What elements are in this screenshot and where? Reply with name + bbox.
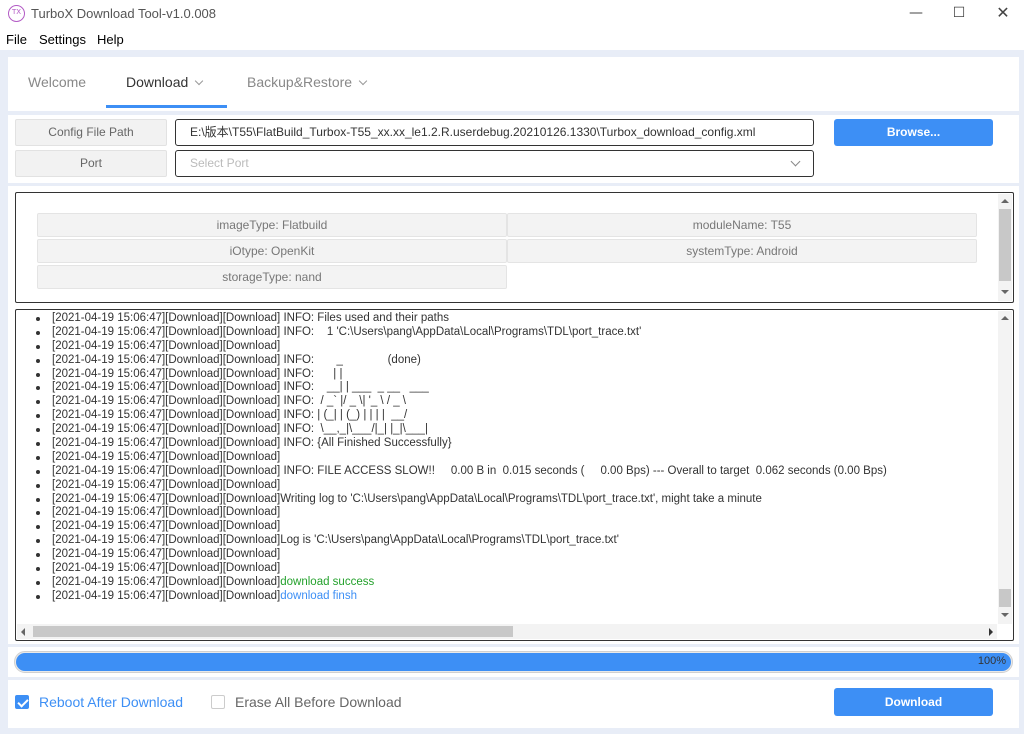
- log-horizontal-scroll-thumb[interactable]: [33, 626, 513, 637]
- turbox-icon: TX: [8, 5, 25, 22]
- log-line: [2021-04-19 15:06:47][Download][Download…: [16, 548, 996, 562]
- progress-fill: [16, 653, 1011, 671]
- log-line: [2021-04-19 15:06:47][Download][Download…: [16, 423, 996, 437]
- tab-download[interactable]: Download: [126, 57, 204, 111]
- device-info-box: imageType: Flatbuild moduleName: T55 iOt…: [15, 192, 1014, 303]
- system-type: systemType: Android: [507, 239, 977, 263]
- log-text: [2021-04-19 15:06:47][Download][Download…: [52, 381, 429, 394]
- menu-bar: File Settings Help: [0, 28, 1024, 50]
- info-scroll-thumb[interactable]: [999, 209, 1011, 281]
- log-text: [2021-04-19 15:06:47][Download][Download…: [52, 548, 281, 561]
- tab-welcome-label: Welcome: [28, 74, 87, 90]
- log-text: [2021-04-19 15:06:47][Download][Download…: [52, 562, 281, 575]
- log-text: [2021-04-19 15:06:47][Download][Download…: [52, 575, 281, 588]
- log-text: [2021-04-19 15:06:47][Download][Download…: [52, 367, 343, 380]
- log-text: [2021-04-19 15:06:47][Download][Download…: [52, 312, 449, 324]
- menu-settings[interactable]: Settings: [39, 32, 86, 47]
- log-line: [2021-04-19 15:06:47][Download][Download…: [16, 437, 996, 451]
- erase-checkbox[interactable]: [211, 695, 225, 709]
- log-line: [2021-04-19 15:06:47][Download][Download…: [16, 312, 996, 326]
- tab-download-label: Download: [126, 74, 189, 90]
- progress-bar: 100%: [14, 651, 1013, 673]
- config-file-path-input[interactable]: E:\版本\T55\FlatBuild_Turbox-T55_xx.xx_le1…: [175, 119, 814, 146]
- close-button[interactable]: ✕: [981, 2, 1024, 26]
- scroll-up-icon[interactable]: [1001, 316, 1009, 320]
- log-status-text: download success: [280, 575, 375, 588]
- scroll-down-icon[interactable]: [1001, 290, 1009, 294]
- log-text: [2021-04-19 15:06:47][Download][Download…: [52, 492, 762, 505]
- log-text: [2021-04-19 15:06:47][Download][Download…: [52, 464, 887, 477]
- log-text: [2021-04-19 15:06:47][Download][Download…: [52, 450, 281, 463]
- reboot-label[interactable]: Reboot After Download: [39, 694, 183, 710]
- scroll-right-icon[interactable]: [989, 628, 993, 636]
- browse-button[interactable]: Browse...: [834, 119, 993, 146]
- erase-label[interactable]: Erase All Before Download: [235, 694, 402, 710]
- log-status-text: download finsh: [280, 589, 357, 602]
- port-label: Port: [15, 150, 167, 177]
- log-text: [2021-04-19 15:06:47][Download][Download…: [52, 353, 421, 366]
- tab-backup-restore-label: Backup&Restore: [247, 74, 353, 90]
- log-text: [2021-04-19 15:06:47][Download][Download…: [52, 506, 281, 519]
- download-button[interactable]: Download: [834, 688, 993, 716]
- scroll-left-icon[interactable]: [21, 628, 25, 636]
- tab-welcome[interactable]: Welcome: [28, 57, 86, 111]
- log-line: [2021-04-19 15:06:47][Download][Download…: [16, 493, 996, 507]
- log-line: [2021-04-19 15:06:47][Download][Download…: [16, 562, 996, 576]
- log-line: [2021-04-19 15:06:47][Download][Download…: [16, 590, 996, 604]
- config-file-path-label: Config File Path: [15, 119, 167, 146]
- log-text: [2021-04-19 15:06:47][Download][Download…: [52, 437, 452, 450]
- log-text: [2021-04-19 15:06:47][Download][Download…: [52, 325, 642, 338]
- active-tab-indicator: [106, 105, 227, 108]
- log-vertical-scroll-thumb[interactable]: [999, 589, 1011, 607]
- log-text: [2021-04-19 15:06:47][Download][Download…: [52, 589, 281, 602]
- port-select[interactable]: Select Port: [175, 150, 814, 177]
- log-text: [2021-04-19 15:06:47][Download][Download…: [52, 339, 281, 352]
- log-line: [2021-04-19 15:06:47][Download][Download…: [16, 534, 996, 548]
- log-text: [2021-04-19 15:06:47][Download][Download…: [52, 520, 281, 533]
- log-line: [2021-04-19 15:06:47][Download][Download…: [16, 354, 996, 368]
- log-line: [2021-04-19 15:06:47][Download][Download…: [16, 340, 996, 354]
- reboot-checkbox[interactable]: [15, 695, 29, 709]
- title-bar: TX TurboX Download Tool-v1.0.008 — ☐ ✕: [0, 0, 1024, 28]
- log-line: [2021-04-19 15:06:47][Download][Download…: [16, 381, 996, 395]
- log-line: [2021-04-19 15:06:47][Download][Download…: [16, 368, 996, 382]
- log-line: [2021-04-19 15:06:47][Download][Download…: [16, 409, 996, 423]
- log-line: [2021-04-19 15:06:47][Download][Download…: [16, 479, 996, 493]
- log-line: [2021-04-19 15:06:47][Download][Download…: [16, 451, 996, 465]
- log-line: [2021-04-19 15:06:47][Download][Download…: [16, 465, 996, 479]
- log-line: [2021-04-19 15:06:47][Download][Download…: [16, 506, 996, 520]
- tab-backup-restore[interactable]: Backup&Restore: [247, 57, 368, 111]
- image-type: imageType: Flatbuild: [37, 213, 507, 237]
- tab-bar: Welcome Download Backup&Restore: [8, 57, 1019, 111]
- menu-help[interactable]: Help: [97, 32, 124, 47]
- log-line: [2021-04-19 15:06:47][Download][Download…: [16, 326, 996, 340]
- log-list: [2021-04-19 15:06:47][Download][Download…: [16, 312, 996, 604]
- progress-label: 100%: [977, 655, 1006, 667]
- chevron-down-icon: [195, 76, 204, 86]
- log-text: [2021-04-19 15:06:47][Download][Download…: [52, 409, 408, 422]
- maximize-button[interactable]: ☐: [937, 2, 981, 26]
- log-text: [2021-04-19 15:06:47][Download][Download…: [52, 478, 281, 491]
- log-box: [2021-04-19 15:06:47][Download][Download…: [15, 309, 1014, 641]
- window-title: TurboX Download Tool-v1.0.008: [31, 6, 217, 21]
- storage-type: storageType: nand: [37, 265, 507, 289]
- chevron-down-icon: [790, 156, 801, 167]
- log-line: [2021-04-19 15:06:47][Download][Download…: [16, 520, 996, 534]
- log-text: [2021-04-19 15:06:47][Download][Download…: [52, 534, 619, 547]
- log-line: [2021-04-19 15:06:47][Download][Download…: [16, 395, 996, 409]
- module-name: moduleName: T55: [507, 213, 977, 237]
- io-type: iOtype: OpenKit: [37, 239, 507, 263]
- minimize-button[interactable]: —: [894, 2, 938, 26]
- scroll-down-icon[interactable]: [1001, 613, 1009, 617]
- log-vertical-scrollbar[interactable]: [998, 311, 1012, 624]
- port-placeholder: Select Port: [190, 156, 249, 170]
- log-text: [2021-04-19 15:06:47][Download][Download…: [52, 395, 407, 408]
- chevron-down-icon: [358, 76, 368, 86]
- info-scrollbar[interactable]: [998, 194, 1012, 301]
- log-text: [2021-04-19 15:06:47][Download][Download…: [52, 423, 428, 436]
- log-horizontal-scrollbar[interactable]: [17, 624, 997, 639]
- log-line: [2021-04-19 15:06:47][Download][Download…: [16, 576, 996, 590]
- menu-file[interactable]: File: [6, 32, 27, 47]
- scroll-up-icon[interactable]: [1001, 199, 1009, 203]
